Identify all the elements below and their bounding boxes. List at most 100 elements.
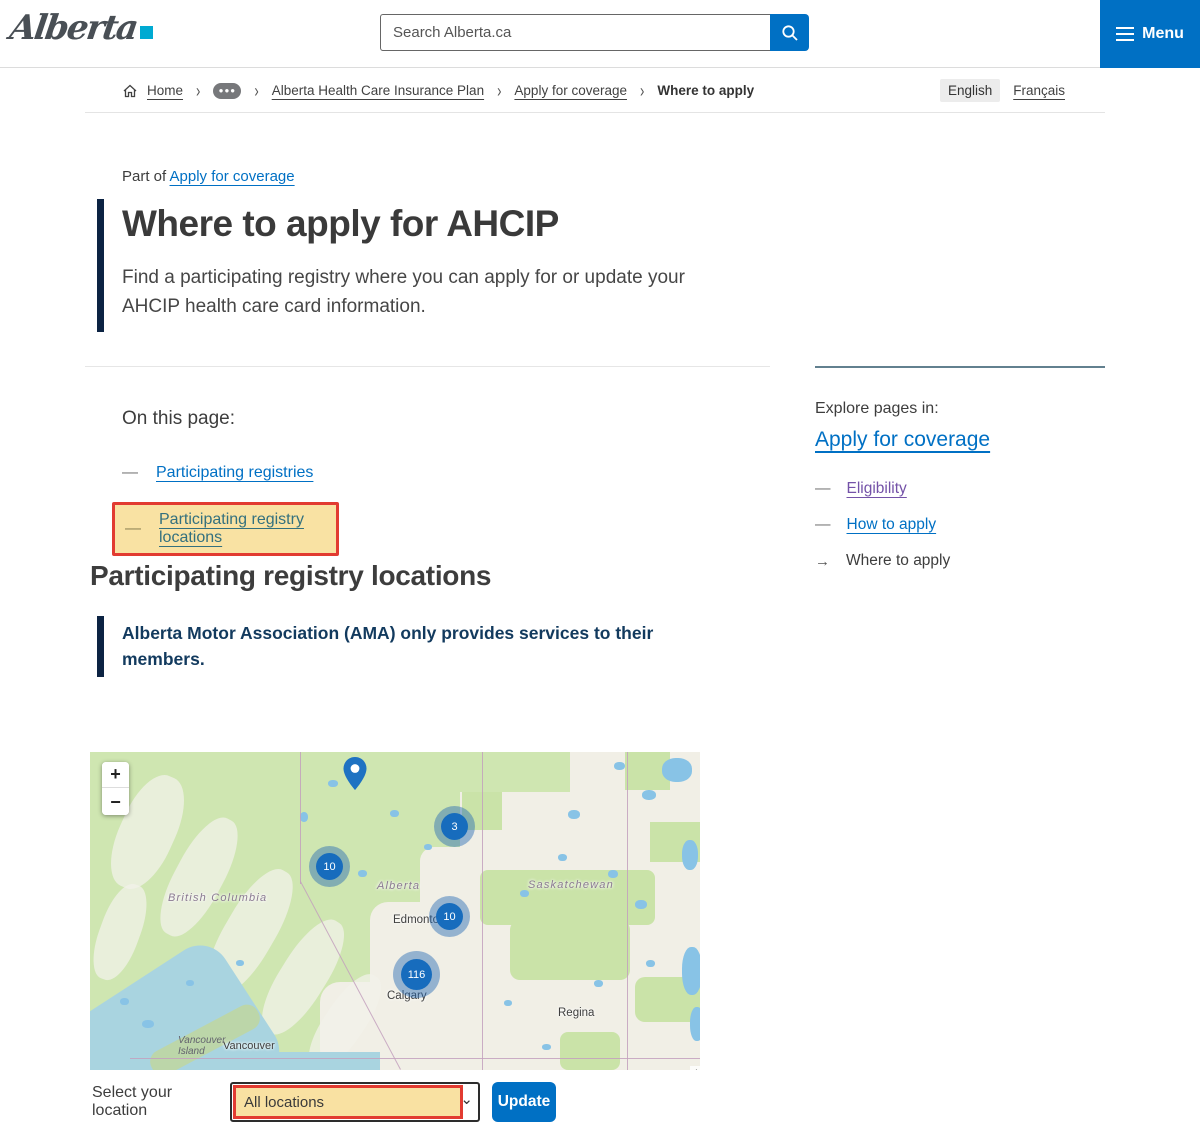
- breadcrumb-separator: ›: [497, 80, 501, 101]
- breadcrumb-home-link[interactable]: Home: [147, 83, 183, 98]
- site-header: Alberta Menu: [0, 0, 1200, 68]
- breadcrumb-current: Where to apply: [657, 83, 754, 98]
- breadcrumb-ahcip-link[interactable]: Alberta Health Care Insurance Plan: [272, 83, 484, 98]
- menu-label: Menu: [1142, 25, 1184, 43]
- map-cluster-10-edmonton[interactable]: 10: [429, 896, 470, 937]
- sidebar-current-page: Where to apply: [846, 552, 950, 570]
- ama-callout-text: Alberta Motor Association (AMA) only pro…: [122, 620, 667, 673]
- map-cluster-count: 116: [401, 959, 432, 990]
- map-ocean: [90, 1052, 380, 1070]
- part-of-line: Part of Apply for coverage: [122, 168, 705, 185]
- location-select-label: Select your location: [92, 1084, 230, 1120]
- alberta-logo-square-icon: [140, 26, 153, 39]
- sidebar-item-where-to-apply: → Where to apply: [815, 552, 1105, 570]
- zoom-out-button[interactable]: −: [102, 789, 129, 815]
- map-lake: [120, 998, 129, 1005]
- map-lake: [568, 810, 580, 819]
- toc-item-registry-locations-highlighted: — Participating registry locations: [112, 502, 339, 556]
- map-terrain: [510, 920, 630, 980]
- search-icon: [781, 24, 799, 42]
- section-heading: Participating registry locations: [90, 560, 491, 592]
- map-lake: [558, 854, 567, 861]
- page: Alberta Menu Home › ●●● › Alberta Health…: [0, 0, 1200, 1132]
- breadcrumb-apply-link[interactable]: Apply for coverage: [514, 83, 627, 98]
- breadcrumb-ellipsis-button[interactable]: ●●●: [213, 83, 241, 99]
- location-select[interactable]: All locations ⌄: [230, 1082, 480, 1122]
- map-lake: [358, 870, 367, 877]
- map-lake: [662, 758, 692, 782]
- dash-bullet: —: [815, 480, 831, 498]
- map-lake: [635, 900, 647, 909]
- map-border-us: [130, 1058, 700, 1059]
- attribution-contributors: contributors: [695, 1068, 700, 1070]
- map-cluster-10-west[interactable]: 10: [309, 846, 350, 887]
- map-lake: [682, 840, 698, 870]
- map-lake: [300, 812, 308, 822]
- breadcrumb: Home › ●●● › Alberta Health Care Insuran…: [85, 69, 1105, 113]
- map-lake: [608, 870, 618, 878]
- map-lake: [504, 1000, 512, 1006]
- map-lake: [642, 790, 656, 800]
- map-lake: [542, 1044, 551, 1050]
- breadcrumb-separator: ›: [254, 80, 258, 101]
- map-lake: [328, 780, 338, 787]
- main-content: Part of Apply for coverage Where to appl…: [90, 113, 705, 332]
- update-button[interactable]: Update: [492, 1082, 556, 1122]
- dash-bullet: —: [815, 516, 831, 534]
- title-block: Where to apply for AHCIP Find a particip…: [97, 199, 705, 332]
- map-label-saskatchewan: Saskatchewan: [528, 879, 614, 891]
- map-cluster-116-calgary[interactable]: 116: [393, 951, 440, 998]
- toc-link-registry-locations[interactable]: Participating registry locations: [159, 511, 326, 547]
- map-lake: [646, 960, 655, 967]
- registry-locations-map[interactable]: British Columbia Alberta Saskatchewan Ed…: [90, 752, 700, 1070]
- toc-item-participating-registries: — Participating registries: [112, 458, 705, 488]
- sidebar-link-eligibility[interactable]: Eligibility: [847, 480, 907, 498]
- search-button[interactable]: [770, 14, 809, 51]
- map-label-regina: Regina: [558, 1007, 594, 1019]
- map-label-british-columbia: British Columbia: [168, 892, 267, 904]
- on-this-page-heading: On this page:: [122, 408, 705, 430]
- sidebar-parent-link[interactable]: Apply for coverage: [815, 428, 990, 452]
- map-lake: [424, 844, 432, 850]
- map-label-vancouver-island-line2: Island: [178, 1046, 205, 1057]
- alberta-logo[interactable]: Alberta: [10, 8, 153, 48]
- map-label-vancouver: Vancouver: [223, 1040, 275, 1052]
- dash-bullet: —: [122, 464, 138, 482]
- sidebar-item-eligibility: — Eligibility: [815, 480, 1105, 498]
- alberta-logo-text: Alberta: [7, 8, 139, 48]
- sidebar-item-how-to-apply: — How to apply: [815, 516, 1105, 534]
- map-lake: [390, 810, 399, 817]
- map-lake: [520, 890, 529, 897]
- language-french-link[interactable]: Français: [1013, 83, 1065, 98]
- map-cluster-count: 10: [316, 853, 343, 880]
- map-lake: [142, 1020, 154, 1028]
- sidebar-link-how-to-apply[interactable]: How to apply: [847, 516, 937, 534]
- map-lake: [690, 1007, 700, 1041]
- map-cluster-3[interactable]: 3: [434, 806, 475, 847]
- map-lake: [236, 960, 244, 966]
- on-this-page: On this page: — Participating registries…: [90, 408, 705, 570]
- map-border-ab-sk: [482, 752, 483, 1070]
- chevron-down-icon: ⌄: [460, 1090, 473, 1108]
- zoom-in-button[interactable]: +: [102, 762, 129, 788]
- map-label-alberta: Alberta: [377, 880, 420, 892]
- map-border-sk-mb: [627, 752, 628, 1070]
- map-lake: [682, 947, 700, 995]
- map-attribution: Leaflet | © OpenStreetMap contributors: [690, 1066, 700, 1070]
- search-input[interactable]: [380, 14, 770, 51]
- map-border-bc-ab: [300, 752, 301, 884]
- map-terrain: [560, 1032, 620, 1070]
- toc-link-participating-registries[interactable]: Participating registries: [156, 464, 313, 482]
- arrow-right-icon: →: [815, 553, 830, 570]
- map-terrain: [90, 878, 156, 986]
- part-of-label: Part of: [122, 168, 166, 185]
- map-pin-marker[interactable]: [343, 757, 367, 791]
- explore-sidebar: Explore pages in: Apply for coverage — E…: [815, 366, 1105, 588]
- language-toggle: English Français: [940, 79, 1065, 102]
- content-divider: [85, 366, 770, 367]
- map-zoom-control: + −: [102, 762, 129, 815]
- menu-button[interactable]: Menu: [1100, 0, 1200, 68]
- part-of-link[interactable]: Apply for coverage: [170, 168, 295, 185]
- ama-callout: Alberta Motor Association (AMA) only pro…: [97, 616, 677, 677]
- hamburger-icon: [1116, 27, 1134, 41]
